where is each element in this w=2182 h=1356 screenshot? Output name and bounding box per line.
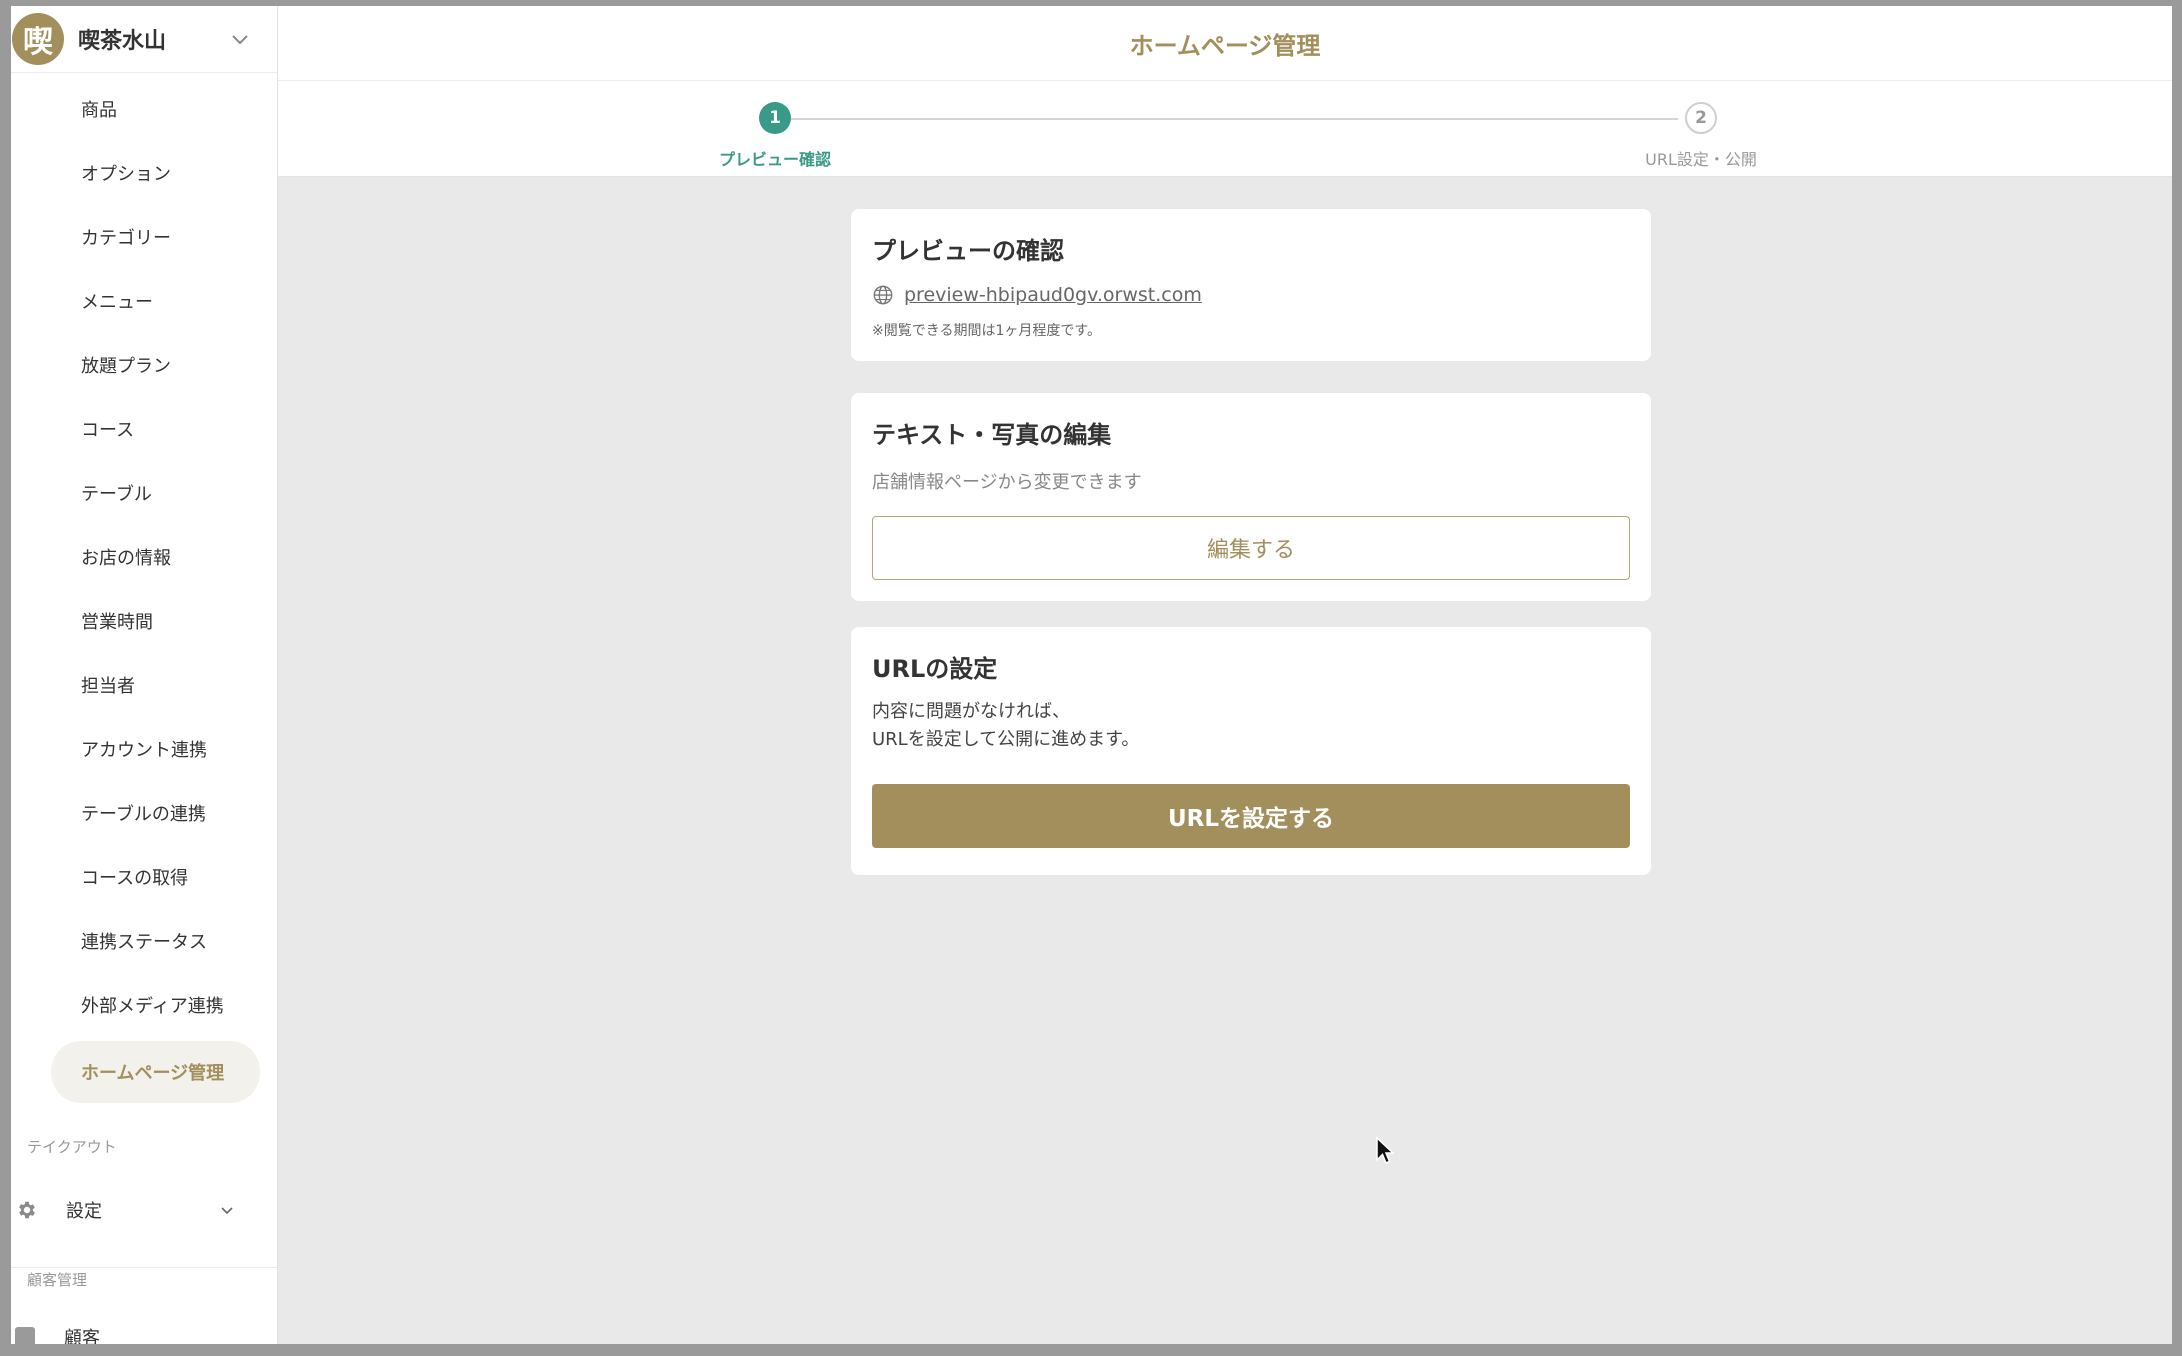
- main-content: ホームページ管理 1 プレビュー確認 2 URL設定・公開 プレビューの確認 p…: [278, 6, 2172, 1344]
- description-line: 内容に問題がなければ、: [872, 701, 1070, 722]
- card-description: 内容に問題がなければ、 URLを設定して公開に進めます。: [872, 698, 1630, 754]
- mouse-cursor-icon: [1376, 1136, 1395, 1164]
- sidebar-item-menu[interactable]: メニュー: [11, 273, 277, 329]
- step-label: プレビュー確認: [718, 150, 831, 169]
- url-card: URLの設定 内容に問題がなければ、 URLを設定して公開に進めます。 URLを…: [851, 627, 1651, 875]
- preview-url-row: preview-hbipaud0gv.orwst.com: [872, 284, 1630, 306]
- store-name: 喫茶水山: [78, 29, 167, 54]
- sidebar-item-course-fetch[interactable]: コースの取得: [11, 849, 277, 905]
- sidebar-item-tables[interactable]: テーブル: [11, 465, 277, 521]
- sidebar-item-options[interactable]: オプション: [11, 145, 277, 201]
- app-window: 喫 喫茶水山 商品 オプション カテゴリー メニュー 放題プラン コース テーブ…: [11, 6, 2172, 1344]
- stepper: 1 プレビュー確認 2 URL設定・公開: [278, 81, 2172, 177]
- set-url-button[interactable]: URLを設定する: [872, 784, 1630, 848]
- card-title: テキスト・写真の編集: [872, 421, 1112, 449]
- section-label-customer: 顧客管理: [27, 1271, 88, 1289]
- sidebar-item-settings[interactable]: 設定: [11, 1186, 277, 1268]
- chevron-down-icon[interactable]: [217, 1200, 237, 1220]
- card-subtitle: 店舗情報ページから変更できます: [872, 472, 1142, 493]
- sidebar-nav: 商品 オプション カテゴリー メニュー 放題プラン コース テーブル お店の情報…: [11, 73, 277, 1103]
- sidebar-item-products[interactable]: 商品: [11, 81, 277, 137]
- description-line: URLを設定して公開に進めます。: [872, 729, 1140, 750]
- card-title: プレビューの確認: [872, 237, 1064, 265]
- sidebar-item-table-link[interactable]: テーブルの連携: [11, 785, 277, 841]
- preview-url-link[interactable]: preview-hbipaud0gv.orwst.com: [904, 284, 1202, 306]
- step-connector: [785, 118, 1678, 120]
- step-label: URL設定・公開: [1645, 150, 1757, 169]
- sidebar-item-store-info[interactable]: お店の情報: [11, 529, 277, 585]
- step-url-publish: 2 URL設定・公開: [1601, 102, 1801, 170]
- edit-button[interactable]: 編集する: [872, 516, 1630, 580]
- card-title: URLの設定: [872, 655, 998, 683]
- sidebar-item-link-status[interactable]: 連携ステータス: [11, 913, 277, 969]
- store-switcher[interactable]: 喫 喫茶水山: [11, 6, 277, 73]
- customer-label: 顧客: [64, 1328, 100, 1344]
- chevron-down-icon[interactable]: [220, 19, 260, 59]
- sidebar-item-account-link[interactable]: アカウント連携: [11, 721, 277, 777]
- sidebar-item-staff[interactable]: 担当者: [11, 657, 277, 713]
- sidebar-item-all-you-can-plans[interactable]: 放題プラン: [11, 337, 277, 393]
- preview-card: プレビューの確認 preview-hbipaud0gv.orwst.com ※閲…: [851, 209, 1651, 361]
- customer-icon: [15, 1327, 35, 1344]
- section-label-takeout: テイクアウト: [27, 1138, 117, 1156]
- settings-label: 設定: [66, 1200, 102, 1222]
- store-avatar: 喫: [12, 13, 64, 65]
- sidebar-item-categories[interactable]: カテゴリー: [11, 209, 277, 265]
- sidebar-item-business-hours[interactable]: 営業時間: [11, 593, 277, 649]
- sidebar-item-courses[interactable]: コース: [11, 401, 277, 457]
- step-number: 1: [759, 102, 791, 134]
- sidebar-item-external-media[interactable]: 外部メディア連携: [11, 977, 277, 1033]
- preview-note: ※閲覧できる期間は1ヶ月程度です。: [872, 323, 1101, 339]
- gear-icon: [15, 1198, 39, 1222]
- sidebar-item-homepage[interactable]: ホームページ管理: [51, 1041, 260, 1103]
- step-number: 2: [1685, 102, 1717, 134]
- step-preview: 1 プレビュー確認: [675, 102, 875, 170]
- page-title: ホームページ管理: [1129, 31, 1321, 60]
- globe-icon: [872, 284, 894, 306]
- sidebar-item-customers[interactable]: 顧客: [15, 1324, 100, 1344]
- edit-card: テキスト・写真の編集 店舗情報ページから変更できます 編集する: [851, 393, 1651, 601]
- sidebar: 喫 喫茶水山 商品 オプション カテゴリー メニュー 放題プラン コース テーブ…: [11, 6, 278, 1344]
- top-bar: ホームページ管理: [278, 6, 2172, 81]
